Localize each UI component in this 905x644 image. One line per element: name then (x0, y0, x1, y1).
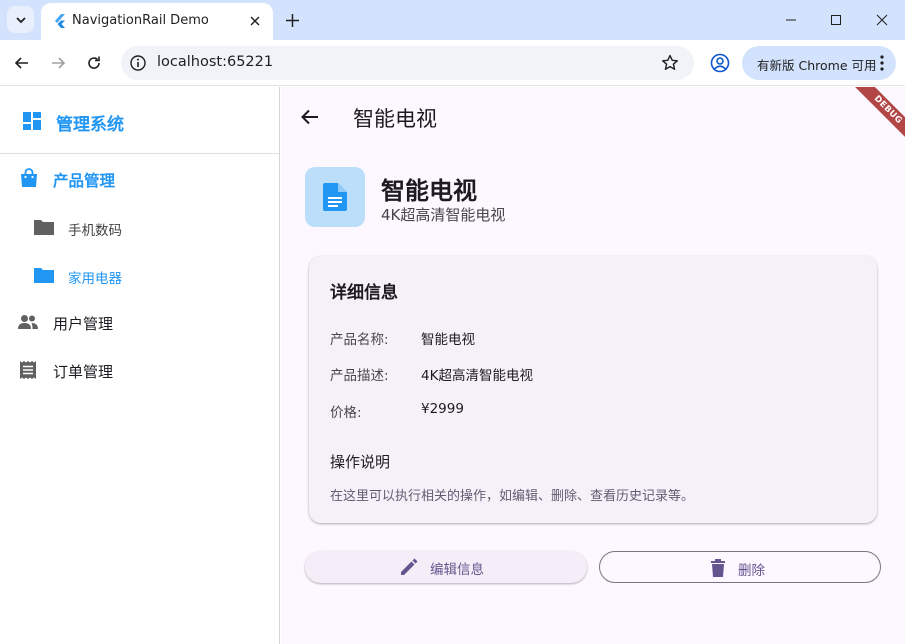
back-arrow-icon[interactable] (298, 105, 322, 129)
profile-icon[interactable] (709, 52, 731, 74)
arrow-left-icon (14, 57, 28, 69)
delete-button[interactable]: 删除 (599, 551, 881, 583)
sidebar-item-label: 产品管理 (53, 172, 116, 190)
sidebar-item-orders[interactable]: 订单管理 (0, 349, 279, 393)
forward-button[interactable] (46, 51, 70, 75)
tab-search-button[interactable] (7, 6, 34, 33)
reload-button[interactable] (82, 51, 106, 75)
page-title: 智能电视 (353, 107, 437, 131)
sidebar-item-products[interactable]: 产品管理 (0, 157, 279, 201)
detail-value: 智能电视 (421, 332, 475, 348)
sidebar: 管理系统 产品管理 手机数码 家用电器 用户管理 订单管理 (0, 87, 280, 644)
close-icon (250, 16, 260, 26)
people-icon (18, 315, 38, 329)
operations-title: 操作说明 (330, 453, 391, 471)
arrow-right-icon (52, 57, 66, 69)
product-avatar (305, 167, 365, 227)
details-card: 详细信息 产品名称: 智能电视 产品描述: 4K超高清智能电视 价格: ¥299… (309, 256, 877, 523)
tab-title: NavigationRail Demo (72, 13, 209, 28)
bookmark-star-icon[interactable] (660, 53, 680, 73)
plus-icon (285, 13, 299, 27)
update-label: 有新版 Chrome 可用 (757, 58, 877, 73)
folder-icon (34, 268, 54, 283)
maximize-button[interactable] (824, 8, 848, 32)
document-icon (323, 183, 347, 211)
app-title: 管理系统 (56, 115, 124, 135)
folder-icon (34, 220, 54, 235)
back-button[interactable] (10, 51, 34, 75)
minimize-icon (786, 19, 796, 21)
dashboard-icon (23, 112, 41, 130)
sidebar-item-label: 家用电器 (68, 271, 122, 287)
product-subtitle: 4K超高清智能电视 (381, 206, 506, 224)
detail-value: 4K超高清智能电视 (421, 368, 533, 384)
edit-button-label: 编辑信息 (430, 562, 484, 577)
sidebar-header: 管理系统 (0, 87, 279, 154)
address-bar[interactable]: localhost:65221 (121, 46, 694, 80)
close-icon (876, 14, 888, 26)
delete-icon (711, 559, 725, 577)
info-icon[interactable] (129, 54, 147, 72)
maximize-icon (831, 15, 841, 25)
sidebar-item-users[interactable]: 用户管理 (0, 301, 279, 345)
more-vert-icon[interactable] (876, 54, 888, 72)
detail-label: 产品描述: (330, 368, 389, 384)
browser-tab-strip: NavigationRail Demo (0, 0, 905, 40)
receipt-icon (20, 361, 36, 379)
reload-icon (88, 56, 100, 69)
debug-banner: DEBUG (844, 87, 905, 154)
edit-pencil-icon (401, 558, 418, 575)
new-tab-button[interactable] (281, 9, 303, 31)
sidebar-item-home-appliances[interactable]: 家用电器 (0, 253, 279, 297)
tab-close-button[interactable] (246, 12, 264, 30)
sidebar-item-label: 用户管理 (53, 315, 114, 333)
url-text[interactable]: localhost:65221 (157, 54, 273, 70)
detail-label: 产品名称: (330, 332, 389, 348)
detail-value: ¥2999 (421, 401, 464, 417)
delete-button-label: 删除 (738, 563, 765, 578)
flutter-icon (55, 14, 65, 28)
chrome-update-button[interactable]: 有新版 Chrome 可用 (742, 46, 896, 80)
product-name: 智能电视 (381, 177, 477, 205)
sidebar-item-label: 订单管理 (53, 363, 114, 381)
browser-tab[interactable]: NavigationRail Demo (41, 3, 273, 40)
edit-button[interactable]: 编辑信息 (305, 551, 587, 583)
sidebar-item-mobile-digital[interactable]: 手机数码 (0, 205, 279, 249)
shopping-bag-icon (21, 168, 37, 187)
operations-description: 在这里可以执行相关的操作，如编辑、删除、查看历史记录等。 (330, 489, 695, 504)
detail-label: 价格: (330, 405, 362, 421)
window-close-button[interactable] (870, 8, 894, 32)
card-title: 详细信息 (330, 283, 398, 303)
detail-page: 智能电视 DEBUG 智能电视 4K超高清智能电视 详细信息 产品名称: 智能电… (281, 87, 905, 644)
chevron-down-icon (15, 16, 26, 23)
browser-toolbar: localhost:65221 有新版 Chrome 可用 (0, 40, 905, 86)
sidebar-item-label: 手机数码 (68, 223, 122, 239)
minimize-button[interactable] (779, 8, 803, 32)
